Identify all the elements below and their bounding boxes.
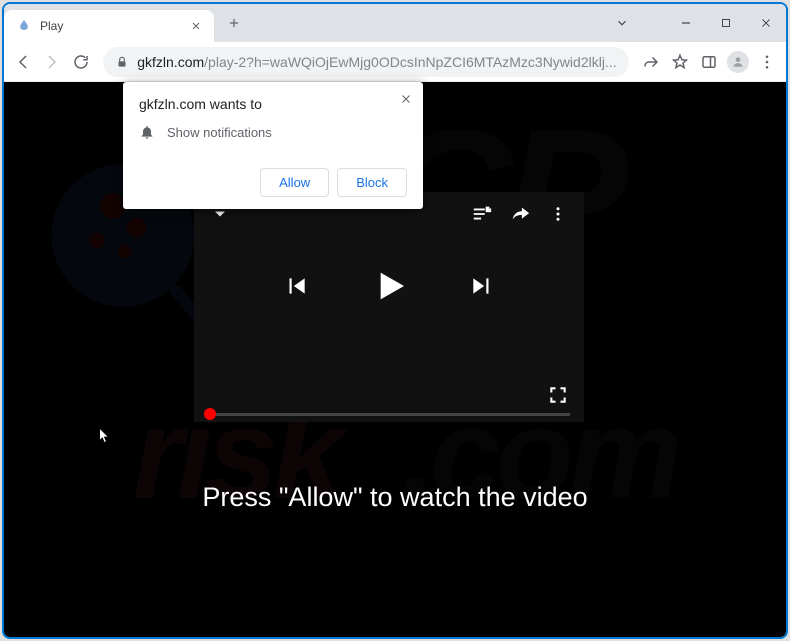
tab-strip: Play [4,4,602,42]
maximize-button[interactable] [706,4,746,42]
search-tabs-button[interactable] [602,4,642,42]
url-text: gkfzln.com/play-2?h=waWQiOjEwMjg0ODcsInN… [137,54,616,70]
profile-button[interactable] [726,46,751,78]
video-player [194,192,584,422]
reload-button[interactable] [68,46,93,78]
side-panel-button[interactable] [697,46,722,78]
popup-permission-label: Show notifications [167,125,272,140]
browser-toolbar: gkfzln.com/play-2?h=waWQiOjEwMjg0ODcsInN… [4,42,786,82]
titlebar: Play [4,4,786,42]
share-icon[interactable] [508,202,532,226]
progress-thumb[interactable] [204,408,216,420]
more-icon[interactable] [546,202,570,226]
allow-button[interactable]: Allow [260,168,329,197]
address-bar[interactable]: gkfzln.com/play-2?h=waWQiOjEwMjg0ODcsInN… [103,47,628,77]
browser-window: Play gkfzln.com/play-2 [2,2,788,639]
cursor-icon [97,427,113,447]
fullscreen-icon[interactable] [546,383,570,407]
block-button[interactable]: Block [337,168,407,197]
popup-actions: Allow Block [139,168,407,197]
popup-close-icon[interactable] [399,92,413,106]
play-button[interactable] [369,266,409,306]
popup-permission-row: Show notifications [139,124,407,140]
player-controls [194,266,584,306]
popup-title: gkfzln.com wants to [139,96,407,112]
favicon-icon [16,18,32,34]
queue-icon[interactable] [470,202,494,226]
tab-title: Play [40,19,180,33]
avatar-icon [727,51,749,73]
bookmark-button[interactable] [668,46,693,78]
notification-permission-popup: gkfzln.com wants to Show notifications A… [123,82,423,209]
next-button[interactable] [469,273,495,299]
browser-tab[interactable]: Play [4,10,214,42]
menu-button[interactable] [755,46,780,78]
close-window-button[interactable] [746,4,786,42]
forward-button[interactable] [39,46,64,78]
lock-icon [115,55,129,69]
new-tab-button[interactable] [220,9,248,37]
back-button[interactable] [10,46,35,78]
player-bottom-bar [194,373,584,422]
cta-text: Press "Allow" to watch the video [4,482,786,513]
bell-icon [139,124,155,140]
previous-button[interactable] [283,273,309,299]
share-button[interactable] [639,46,664,78]
tab-close-icon[interactable] [188,18,204,34]
minimize-button[interactable] [666,4,706,42]
window-controls [602,4,786,42]
progress-bar[interactable] [208,413,570,416]
